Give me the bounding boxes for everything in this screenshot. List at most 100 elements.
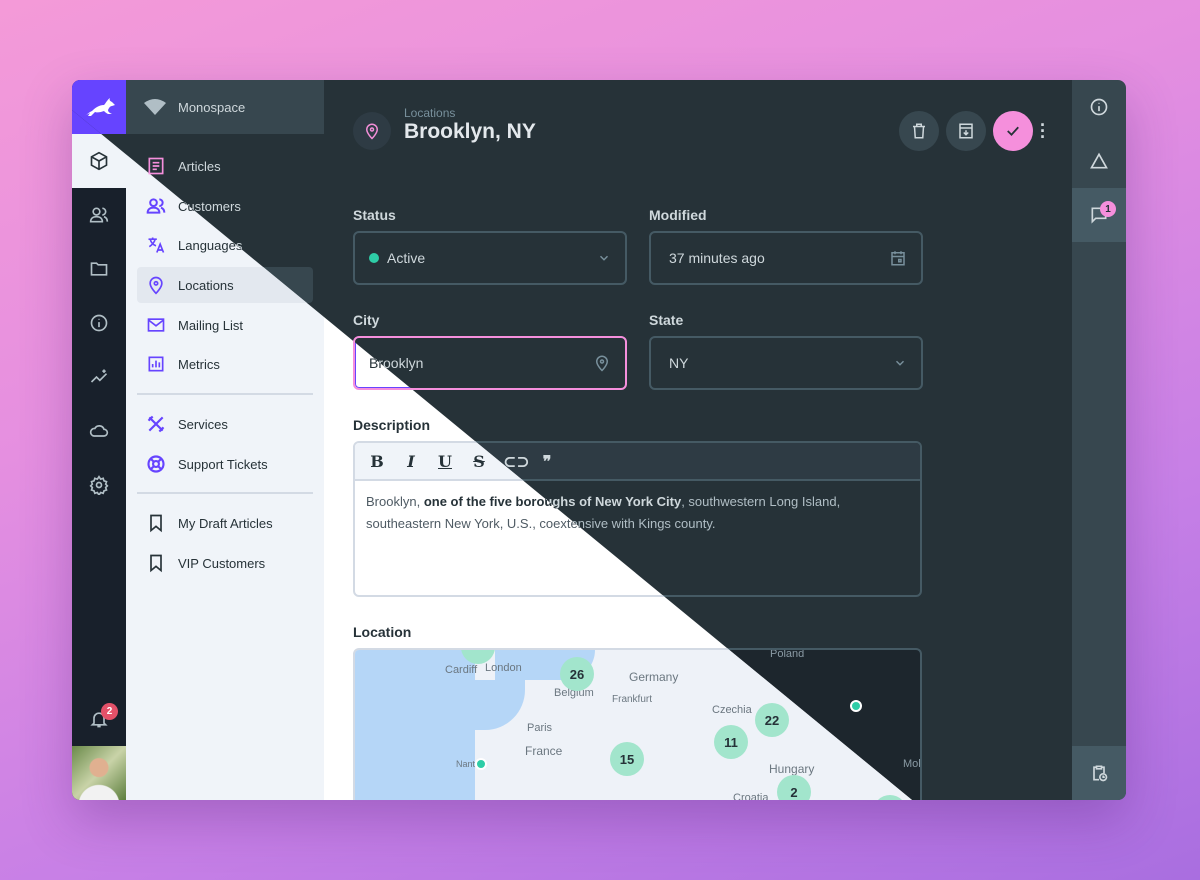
shortcuts-button[interactable] bbox=[1072, 746, 1126, 800]
info-icon bbox=[1090, 98, 1108, 116]
revisions-button[interactable] bbox=[1072, 134, 1126, 188]
translate-icon bbox=[148, 237, 165, 253]
modified-label: Modified bbox=[649, 207, 707, 223]
workspace-header[interactable]: Monospace bbox=[126, 80, 324, 134]
map-label: Croatia bbox=[733, 792, 769, 800]
rabbit-logo-icon bbox=[84, 98, 115, 116]
bookmark-icon bbox=[150, 554, 162, 573]
article-icon bbox=[148, 157, 164, 175]
modified-field[interactable]: 37 minutes ago bbox=[649, 231, 923, 285]
calendar-icon bbox=[889, 249, 907, 267]
nav-label: Services bbox=[178, 416, 228, 432]
map-cluster[interactable]: 26 bbox=[560, 657, 594, 691]
state-select[interactable]: NY bbox=[649, 336, 923, 390]
map-cluster[interactable]: 15 bbox=[610, 742, 644, 776]
info-icon bbox=[90, 314, 108, 332]
bold-icon[interactable]: B bbox=[367, 452, 387, 471]
location-pin-icon bbox=[593, 354, 611, 372]
nav-label: My Draft Articles bbox=[178, 515, 273, 531]
more-options-icon[interactable]: ··· bbox=[1040, 116, 1046, 146]
map-label: Poland bbox=[770, 648, 805, 660]
cloud-icon bbox=[89, 425, 109, 437]
page-title: Brooklyn, NY bbox=[404, 120, 536, 143]
lifebuoy-icon bbox=[147, 455, 165, 473]
breadcrumb[interactable]: Locations bbox=[404, 106, 455, 120]
comments-badge: 1 bbox=[1100, 201, 1116, 217]
location-pin-icon bbox=[149, 276, 163, 295]
delete-button[interactable] bbox=[899, 111, 939, 151]
nav-item-metrics[interactable]: Metrics bbox=[137, 346, 313, 382]
map-sea bbox=[455, 680, 525, 730]
map-marker[interactable] bbox=[850, 700, 862, 712]
module-bar: 2 bbox=[72, 110, 126, 800]
chevron-down-icon bbox=[597, 251, 611, 265]
check-icon bbox=[1007, 126, 1019, 137]
comments-button[interactable]: 1 bbox=[1072, 188, 1126, 242]
map-cluster[interactable] bbox=[873, 795, 907, 800]
status-select[interactable]: Active bbox=[353, 231, 627, 285]
map-label: London bbox=[485, 662, 522, 674]
rail-cloud-button[interactable] bbox=[72, 404, 126, 458]
map-label: Frankfurt bbox=[612, 694, 653, 705]
map-label: Germany bbox=[629, 670, 679, 684]
user-avatar[interactable] bbox=[72, 746, 126, 800]
map-label: Czechia bbox=[712, 704, 752, 716]
nav-label: VIP Customers bbox=[178, 555, 266, 571]
map-label: Paris bbox=[527, 722, 553, 734]
status-label: Status bbox=[353, 207, 396, 223]
tools-icon bbox=[147, 415, 165, 433]
description-label: Description bbox=[353, 417, 431, 433]
insights-icon bbox=[90, 369, 108, 383]
rail-users-button[interactable] bbox=[72, 188, 126, 242]
location-header-icon bbox=[353, 112, 391, 150]
users-icon bbox=[89, 207, 109, 223]
chevron-down-icon bbox=[893, 356, 907, 370]
users-icon bbox=[146, 198, 166, 214]
archive-icon bbox=[959, 123, 973, 139]
map-label: France bbox=[525, 744, 563, 758]
nav-item-services[interactable]: Services bbox=[137, 406, 313, 442]
strikethrough-icon[interactable]: S bbox=[469, 452, 489, 471]
save-button[interactable] bbox=[993, 111, 1033, 151]
map-cluster[interactable]: 11 bbox=[714, 725, 748, 759]
modified-value: 37 minutes ago bbox=[669, 250, 765, 266]
nav-label: Locations bbox=[178, 277, 234, 293]
quote-icon[interactable]: ❞ bbox=[537, 452, 557, 471]
status-dot bbox=[369, 253, 379, 263]
state-label: State bbox=[649, 312, 684, 328]
map-cluster[interactable]: 22 bbox=[755, 703, 789, 737]
map-marker[interactable] bbox=[475, 758, 487, 770]
bookmark-icon bbox=[150, 514, 162, 533]
map-label: Hungary bbox=[769, 762, 815, 776]
map-cluster[interactable]: 2 bbox=[777, 775, 811, 800]
map-label: Mol bbox=[903, 758, 921, 770]
nav-item-mailing-list[interactable]: Mailing List bbox=[137, 307, 313, 343]
notifications-button[interactable]: 2 bbox=[72, 692, 126, 746]
divider bbox=[137, 393, 313, 395]
nav-item-articles[interactable]: Articles bbox=[137, 148, 313, 184]
rail-settings-button[interactable] bbox=[72, 458, 126, 512]
triangle-icon bbox=[1090, 152, 1108, 169]
status-value: Active bbox=[387, 250, 426, 266]
nav-label: Metrics bbox=[178, 356, 220, 372]
chart-icon bbox=[148, 356, 164, 372]
rail-info-button[interactable] bbox=[72, 296, 126, 350]
wifi-icon bbox=[144, 99, 166, 115]
gear-icon bbox=[89, 475, 109, 495]
sidebar-right: 1 bbox=[1072, 80, 1126, 800]
archive-button[interactable] bbox=[946, 111, 986, 151]
folder-icon bbox=[90, 262, 108, 276]
rail-files-button[interactable] bbox=[72, 242, 126, 296]
clipboard-clock-icon bbox=[1093, 765, 1108, 782]
nav-item-my-draft-articles[interactable]: My Draft Articles bbox=[137, 505, 313, 541]
italic-icon[interactable]: I bbox=[401, 452, 421, 471]
state-value: NY bbox=[669, 355, 689, 371]
rail-insights-button[interactable] bbox=[72, 350, 126, 404]
info-panel-button[interactable] bbox=[1072, 80, 1126, 134]
nav-item-vip-customers[interactable]: VIP Customers bbox=[137, 545, 313, 581]
box-icon bbox=[90, 151, 108, 171]
workspace-name: Monospace bbox=[178, 99, 246, 115]
nav-item-support-tickets[interactable]: Support Tickets bbox=[137, 446, 313, 482]
underline-icon[interactable]: U bbox=[435, 452, 455, 471]
nav-label: Articles bbox=[178, 158, 221, 174]
